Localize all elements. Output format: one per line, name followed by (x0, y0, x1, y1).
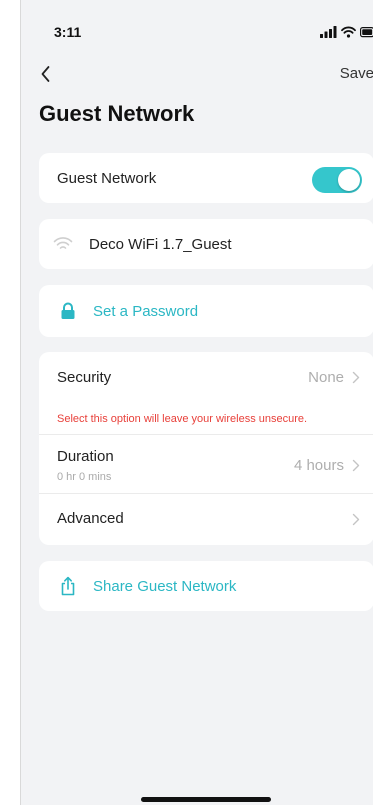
security-row[interactable]: Security None (39, 352, 373, 402)
toggle-knob (338, 169, 360, 191)
share-icon (61, 576, 75, 596)
phone-screen: 3:11 Save Guest Network Guest Network De… (20, 0, 373, 805)
duration-label: Duration (57, 448, 114, 465)
share-card[interactable]: Share Guest Network (39, 561, 373, 611)
security-label: Security (57, 369, 112, 386)
set-password-link[interactable]: Set a Password (93, 303, 198, 320)
security-warning: Select this option will leave your wirel… (57, 413, 308, 425)
page-title: Guest Network (39, 101, 195, 126)
status-bar: 3:11 (21, 0, 373, 54)
guest-network-toggle[interactable] (312, 167, 362, 193)
wifi-icon (53, 237, 73, 249)
advanced-row[interactable]: Advanced (39, 493, 373, 546)
lock-icon (61, 302, 75, 319)
guest-network-label: Guest Network (57, 170, 157, 187)
chevron-left-icon (41, 66, 50, 82)
ssid-card[interactable]: Deco WiFi 1.7_Guest (39, 219, 373, 269)
status-time: 3:11 (54, 24, 82, 40)
back-button[interactable] (37, 62, 61, 86)
settings-card: Security None Select this option will le… (39, 352, 373, 545)
advanced-label: Advanced (57, 510, 124, 527)
save-button[interactable]: Save (340, 65, 373, 82)
nav-bar: Save (21, 54, 373, 94)
guest-network-toggle-card: Guest Network (39, 153, 373, 203)
chevron-right-icon (352, 459, 360, 472)
battery-icon (360, 27, 373, 38)
wifi-status-icon (341, 26, 356, 38)
home-indicator[interactable] (141, 797, 271, 802)
status-icons (320, 24, 373, 40)
duration-sublabel: 0 hr 0 mins (57, 471, 112, 483)
chevron-right-icon (352, 371, 360, 384)
duration-row[interactable]: Duration 0 hr 0 mins 4 hours (39, 434, 373, 493)
duration-value: 4 hours (293, 457, 344, 474)
set-password-card[interactable]: Set a Password (39, 285, 373, 337)
signal-icon (320, 26, 337, 38)
security-value: None (308, 369, 344, 386)
ssid-name: Deco WiFi 1.7_Guest (89, 236, 232, 253)
share-guest-network-link[interactable]: Share Guest Network (93, 578, 236, 595)
chevron-right-icon (352, 513, 360, 526)
